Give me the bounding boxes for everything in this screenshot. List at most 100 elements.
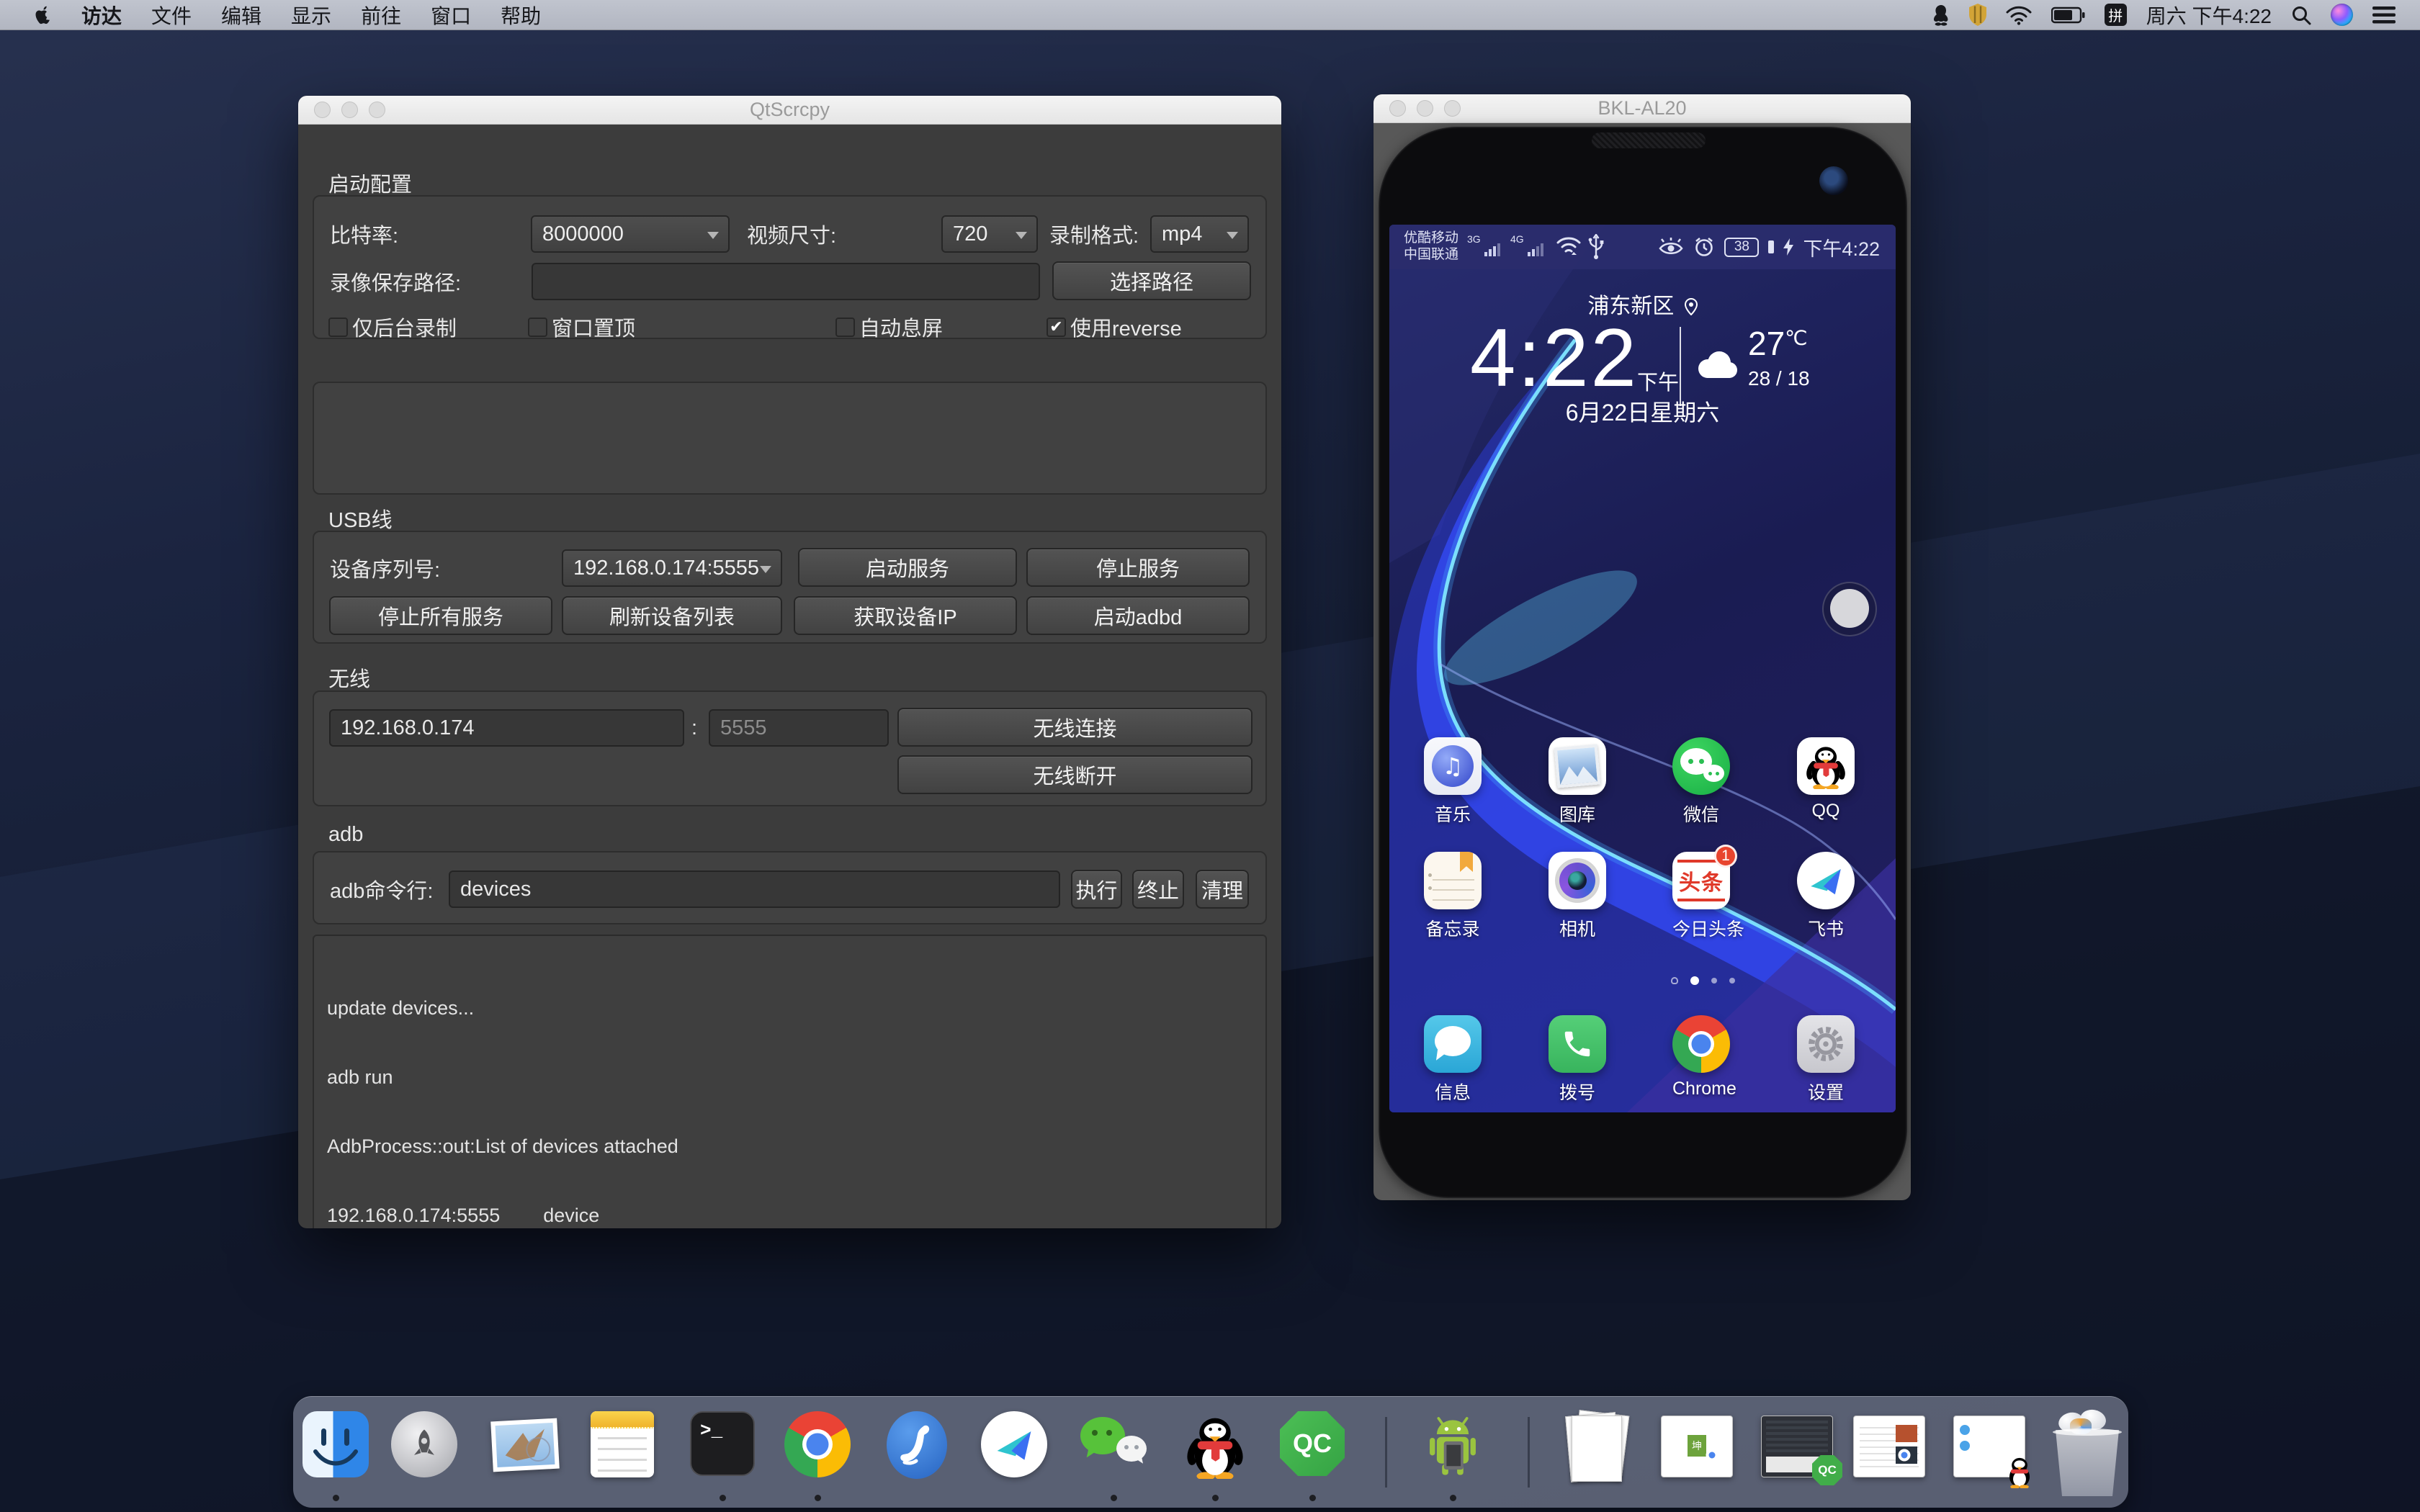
menu-finder[interactable]: 访达: [81, 1, 122, 30]
dock-chrome[interactable]: [784, 1411, 853, 1480]
chrome-icon[interactable]: [1672, 1015, 1730, 1073]
clock-widget-date[interactable]: 6月22日星期六: [1389, 395, 1896, 428]
zoom-button[interactable]: [369, 102, 385, 118]
dock-notes[interactable]: [591, 1411, 660, 1480]
dock-minimized-window-chrome2[interactable]: [1853, 1411, 1922, 1480]
checkbox-use-reverse[interactable]: ✔ 使用reverse: [1047, 312, 1182, 342]
refresh-device-list-button[interactable]: 刷新设备列表: [562, 596, 782, 635]
adb-clear-button[interactable]: 清理: [1196, 870, 1249, 909]
adb-run-button[interactable]: 执行: [1071, 870, 1122, 909]
app-toutiao[interactable]: 头条 1 今日头条: [1672, 852, 1730, 941]
dock-terminal[interactable]: >_: [690, 1411, 759, 1480]
wechat-icon[interactable]: [1672, 737, 1730, 795]
menu-file[interactable]: 文件: [151, 1, 192, 30]
menu-edit[interactable]: 编辑: [221, 1, 261, 30]
dock-scrcpy-android[interactable]: [1418, 1411, 1487, 1480]
stop-service-button[interactable]: 停止服务: [1026, 548, 1250, 587]
messages-icon[interactable]: [1424, 1015, 1482, 1073]
input-method-icon[interactable]: 拼: [2105, 4, 2127, 26]
wireless-port-input[interactable]: [709, 709, 889, 747]
location-widget[interactable]: 浦东新区: [1389, 288, 1896, 320]
record-path-input[interactable]: [532, 263, 1040, 300]
qq-status-icon[interactable]: [1932, 4, 1950, 26]
memo-icon[interactable]: [1424, 852, 1482, 909]
battery-icon[interactable]: [2051, 6, 2085, 24]
dock-minimized-window-chrome[interactable]: 坤: [1661, 1411, 1730, 1480]
checkbox-box-checked[interactable]: ✔: [1047, 318, 1066, 337]
dock-document-stack[interactable]: [1562, 1411, 1631, 1480]
camera-icon[interactable]: [1549, 852, 1606, 909]
dock-minimized-window-qq[interactable]: [1953, 1411, 2022, 1480]
toutiao-icon[interactable]: 头条 1: [1672, 852, 1730, 909]
gallery-icon[interactable]: [1549, 737, 1606, 795]
wireless-ip-input[interactable]: [329, 709, 684, 747]
wifi-icon[interactable]: [2006, 5, 2032, 25]
zoom-button[interactable]: [1444, 100, 1461, 117]
app-chrome[interactable]: Chrome: [1672, 1015, 1730, 1099]
notification-center-icon[interactable]: [2372, 6, 2396, 24]
dock-finder[interactable]: [302, 1411, 372, 1480]
stop-all-services-button[interactable]: 停止所有服务: [329, 596, 552, 635]
adb-stop-button[interactable]: 终止: [1132, 870, 1184, 909]
dock-wechat[interactable]: [1079, 1411, 1148, 1480]
settings-gear-icon[interactable]: [1797, 1015, 1855, 1073]
dock-minimized-window-qtcreator[interactable]: QC: [1761, 1411, 1830, 1480]
app-messages[interactable]: 信息: [1424, 1015, 1482, 1104]
clock-widget-time[interactable]: 4:22: [1470, 311, 1639, 405]
qtscrcpy-titlebar[interactable]: QtScrcpy: [298, 96, 1281, 125]
dialer-icon[interactable]: [1549, 1015, 1606, 1073]
dock-mail[interactable]: [492, 1411, 561, 1480]
qq-icon[interactable]: [1797, 737, 1855, 795]
dock-trash[interactable]: [2051, 1411, 2120, 1480]
checkbox-auto-screen-off[interactable]: 自动息屏: [835, 312, 943, 342]
app-settings[interactable]: 设置: [1797, 1015, 1855, 1104]
dock-feishu[interactable]: [981, 1411, 1050, 1480]
start-service-button[interactable]: 启动服务: [798, 548, 1017, 587]
dock-qq[interactable]: [1180, 1411, 1250, 1480]
app-dialer[interactable]: 拨号: [1549, 1015, 1606, 1104]
menu-go[interactable]: 前往: [361, 1, 401, 30]
phone-window-titlebar[interactable]: BKL-AL20: [1373, 94, 1911, 123]
app-wechat[interactable]: 微信: [1672, 737, 1730, 827]
spotlight-icon[interactable]: [2291, 5, 2311, 25]
start-adbd-button[interactable]: 启动adbd: [1026, 596, 1250, 635]
checkbox-window-on-top[interactable]: 窗口置顶: [528, 312, 635, 342]
apple-menu-icon[interactable]: [33, 4, 52, 26]
phone-screen[interactable]: 优酷移动 中国联通 3G 4G: [1389, 225, 1896, 1112]
minimize-button[interactable]: [1417, 100, 1433, 117]
app-music[interactable]: ♫ 音乐: [1424, 737, 1482, 827]
record-format-combobox[interactable]: mp4: [1150, 215, 1249, 253]
close-button[interactable]: [314, 102, 331, 118]
app-memo[interactable]: 备忘录: [1424, 852, 1482, 941]
close-button[interactable]: [1389, 100, 1406, 117]
wireless-connect-button[interactable]: 无线连接: [897, 708, 1252, 747]
adb-log-output[interactable]: update devices... adb run AdbProcess::ou…: [313, 935, 1267, 1228]
checkbox-box[interactable]: [328, 318, 348, 337]
feishu-icon[interactable]: [1797, 852, 1855, 909]
checkbox-box[interactable]: [528, 318, 547, 337]
dock-launchpad[interactable]: [391, 1411, 460, 1480]
adb-command-input[interactable]: [449, 870, 1060, 908]
minimize-button[interactable]: [341, 102, 358, 118]
shield-status-icon[interactable]: [1969, 4, 1986, 26]
menu-help[interactable]: 帮助: [501, 1, 541, 30]
bitrate-combobox[interactable]: 8000000: [531, 215, 730, 253]
assistive-ball[interactable]: [1822, 582, 1877, 636]
app-camera[interactable]: 相机: [1549, 852, 1606, 941]
wireless-disconnect-button[interactable]: 无线断开: [897, 755, 1252, 794]
app-feishu[interactable]: 飞书: [1797, 852, 1855, 941]
siri-icon[interactable]: [2331, 4, 2353, 26]
checkbox-background-record[interactable]: 仅后台录制: [328, 312, 457, 342]
app-qq[interactable]: QQ: [1797, 737, 1855, 822]
dock-qtcreator[interactable]: QC: [1280, 1411, 1349, 1480]
checkbox-box[interactable]: [835, 318, 855, 337]
device-serial-combobox[interactable]: 192.168.0.174:5555: [562, 549, 782, 587]
choose-path-button[interactable]: 选择路径: [1052, 261, 1251, 300]
video-size-combobox[interactable]: 720: [941, 215, 1038, 253]
music-icon[interactable]: ♫: [1424, 737, 1482, 795]
menu-clock[interactable]: 周六 下午4:22: [2146, 1, 2272, 30]
weather-temp[interactable]: 27℃: [1748, 324, 1808, 363]
get-device-ip-button[interactable]: 获取设备IP: [794, 596, 1017, 635]
menu-window[interactable]: 窗口: [431, 1, 471, 30]
menu-view[interactable]: 显示: [291, 1, 331, 30]
